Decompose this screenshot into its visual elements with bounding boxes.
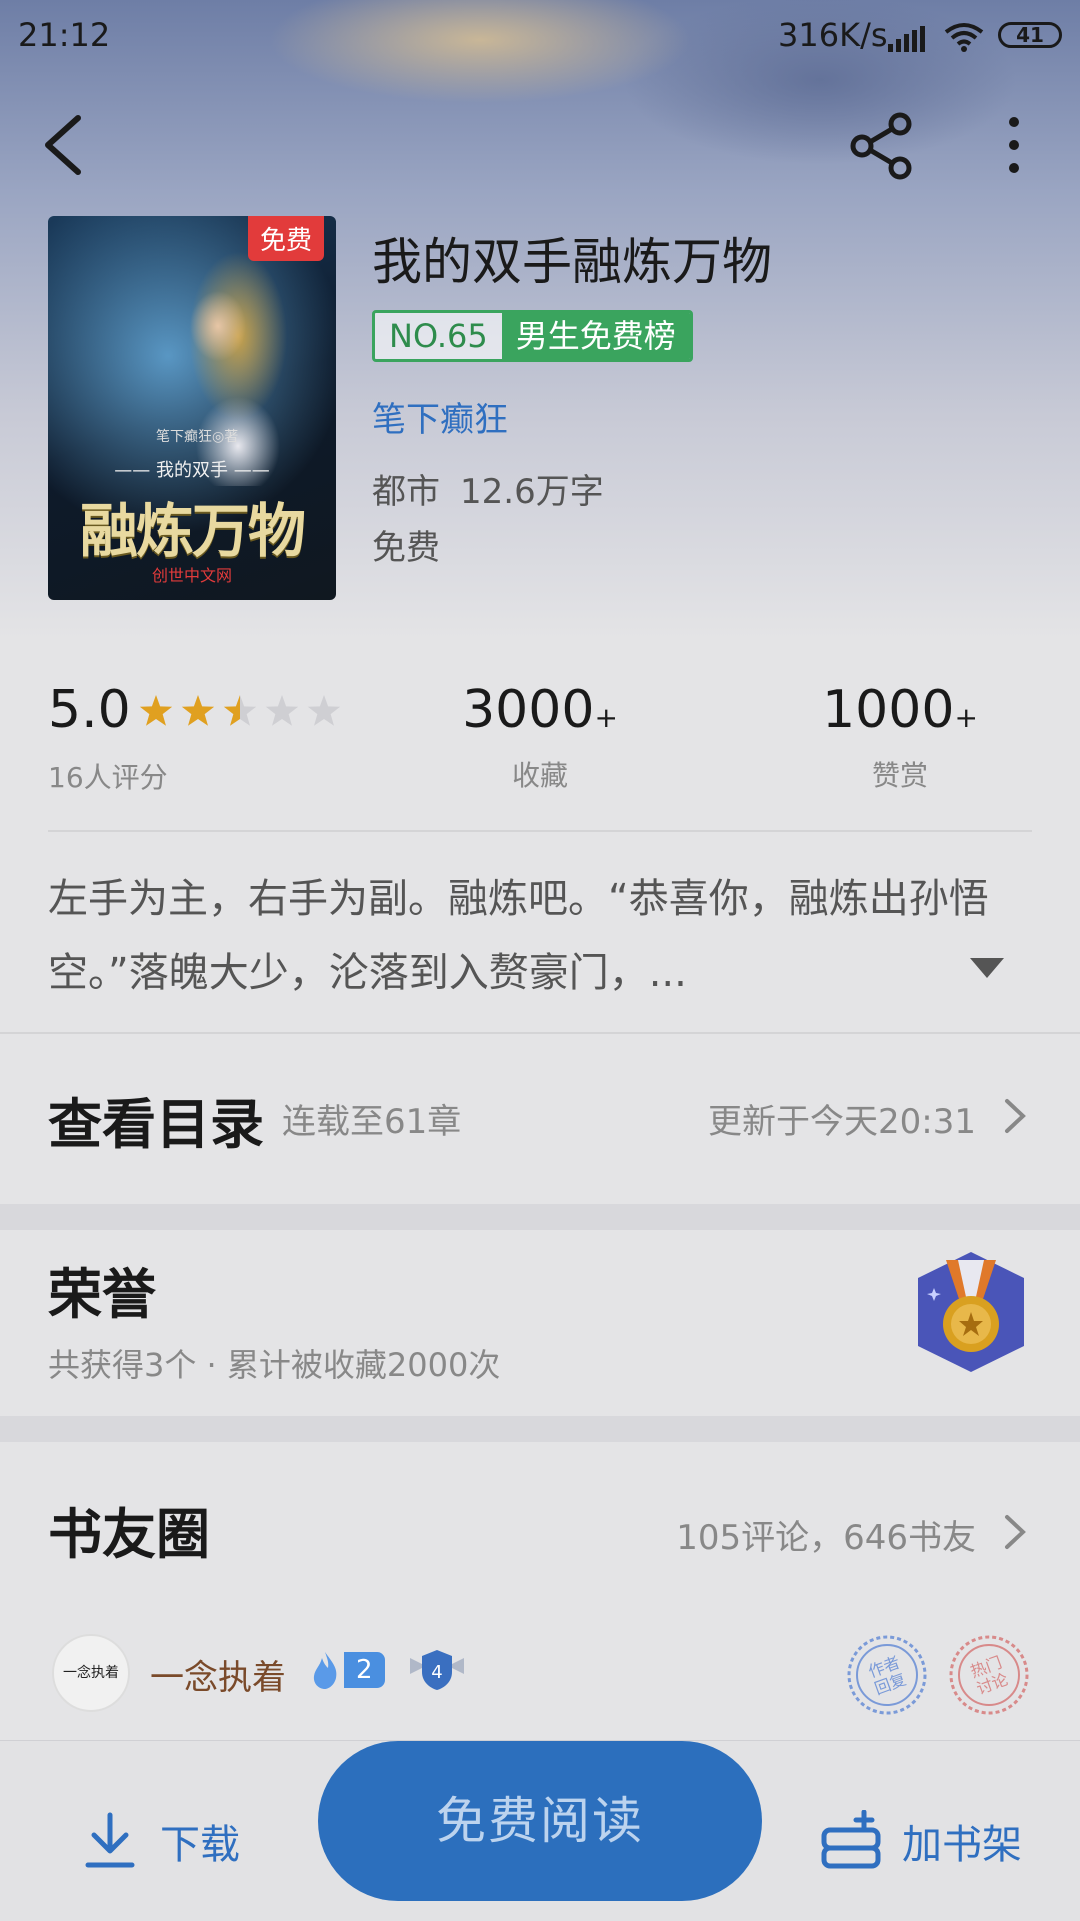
signal-icon xyxy=(888,26,925,52)
book-intro[interactable]: 左手为主，右手为副。融炼吧。“恭喜你，融炼出孙悟空。”落魄大少，沦落到入赘豪门，… xyxy=(48,862,1038,1010)
book-price: 免费 xyxy=(372,528,440,568)
cover-illustration xyxy=(128,246,298,486)
cover-title-art: 融炼万物 xyxy=(79,497,306,565)
catalog-title: 查看目录 xyxy=(48,1092,264,1156)
rating-stars xyxy=(139,695,341,726)
star-icon xyxy=(139,695,173,726)
shelf-label: 加书架 xyxy=(902,1822,1022,1868)
bottom-action-bar: 下载 免费阅读 加书架 xyxy=(0,1740,1080,1921)
rank-number: NO.65 xyxy=(375,313,502,359)
cover-free-badge: 免费 xyxy=(247,216,324,261)
cover-author-line: 笔下癫狂◎著 xyxy=(156,429,239,445)
stats-row: 5.0 16人评分 3000+ 收藏 1000+ 赞赏 xyxy=(0,670,1080,800)
level-number: 4 xyxy=(431,1662,442,1683)
book-cover[interactable]: 免费 笔下癫狂◎著 —— 我的双手 —— 融炼万物 创世中文网 xyxy=(48,216,336,600)
chevron-right-icon[interactable] xyxy=(1004,1514,1026,1550)
rewards-stat[interactable]: 1000+ 赞赏 xyxy=(770,680,1030,794)
favorites-stat: 3000+ 收藏 xyxy=(410,680,670,794)
battery-icon: 41 xyxy=(998,22,1062,48)
rewards-count: 1000+ xyxy=(770,680,1030,740)
author-reply-stamp-icon: 作者 回复 xyxy=(846,1634,928,1716)
medal-icon[interactable] xyxy=(912,1250,1030,1374)
catalog-status: 连载至61章 xyxy=(282,1102,462,1142)
avatar[interactable]: 一念执着 xyxy=(52,1634,130,1712)
battery-level: 41 xyxy=(1016,23,1044,47)
level-shield-icon: 4 xyxy=(406,1648,468,1692)
rating-value: 5.0 xyxy=(48,680,131,740)
book-title: 我的双手融炼万物 xyxy=(372,233,772,291)
more-vert-icon[interactable] xyxy=(994,112,1034,178)
circle-title: 书友圈 xyxy=(48,1502,210,1566)
status-time: 21:12 xyxy=(18,16,111,54)
section-gap xyxy=(0,1204,1080,1230)
rank-list-name: 男生免费榜 xyxy=(501,313,690,359)
back-arrow-icon[interactable] xyxy=(38,112,88,178)
catalog-update-time: 更新于今天20:31 xyxy=(708,1102,976,1142)
download-label: 下载 xyxy=(160,1822,240,1868)
fire-level: 2 xyxy=(344,1652,385,1688)
hot-discussion-stamp-icon: 热门 讨论 xyxy=(948,1634,1030,1716)
honor-desc: 共获得3个 · 累计被收藏2000次 xyxy=(48,1346,501,1384)
rewards-plus: + xyxy=(954,701,978,734)
rewards-label: 赞赏 xyxy=(871,759,928,792)
rewards-number: 1000 xyxy=(822,680,955,740)
star-icon xyxy=(181,695,215,726)
book-meta: 都市 12.6万字 xyxy=(372,464,624,513)
free-read-button[interactable]: 免费阅读 xyxy=(318,1741,762,1901)
cover-sub-title: —— 我的双手 —— xyxy=(114,460,270,481)
favorites-plus: + xyxy=(594,701,618,734)
favorites-label: 收藏 xyxy=(511,759,568,792)
share-icon[interactable] xyxy=(848,112,916,180)
download-icon xyxy=(85,1812,135,1868)
bookshelf-plus-icon xyxy=(821,1810,881,1869)
book-genre: 都市 xyxy=(372,472,440,512)
expand-triangle-icon[interactable] xyxy=(970,958,1004,978)
add-to-shelf-button[interactable]: 加书架 xyxy=(820,1809,1022,1873)
post-username[interactable]: 一念执着 xyxy=(150,1650,286,1699)
honor-title: 荣誉 xyxy=(48,1262,156,1326)
star-icon xyxy=(265,695,299,726)
chevron-right-icon xyxy=(1005,1099,1026,1133)
star-icon xyxy=(223,695,257,726)
rating-count: 16人评分 xyxy=(48,761,168,794)
download-button[interactable]: 下载 xyxy=(84,1811,240,1871)
star-icon xyxy=(307,695,341,726)
circle-meta[interactable]: 105评论，646书友 xyxy=(676,1510,976,1559)
fire-icon xyxy=(313,1652,337,1689)
cover-publisher-logo: 创世中文网 xyxy=(151,566,232,585)
author-link[interactable]: 笔下癫狂 xyxy=(372,392,508,441)
wifi-icon xyxy=(944,23,984,52)
status-net-speed: 316K/s xyxy=(778,16,888,54)
favorites-number: 3000 xyxy=(462,680,595,740)
catalog-row[interactable]: 查看目录 连载至61章 更新于今天20:31 xyxy=(0,1032,1080,1204)
status-bar: 21:12 316K/s 41 xyxy=(0,0,1080,72)
favorites-count: 3000+ xyxy=(410,680,670,740)
book-word-count: 12.6万字 xyxy=(460,472,604,512)
fire-level-badge: 2 xyxy=(310,1650,390,1690)
section-gap xyxy=(0,1416,1080,1442)
divider xyxy=(48,830,1032,832)
rank-badge[interactable]: NO.65 男生免费榜 xyxy=(372,310,693,362)
